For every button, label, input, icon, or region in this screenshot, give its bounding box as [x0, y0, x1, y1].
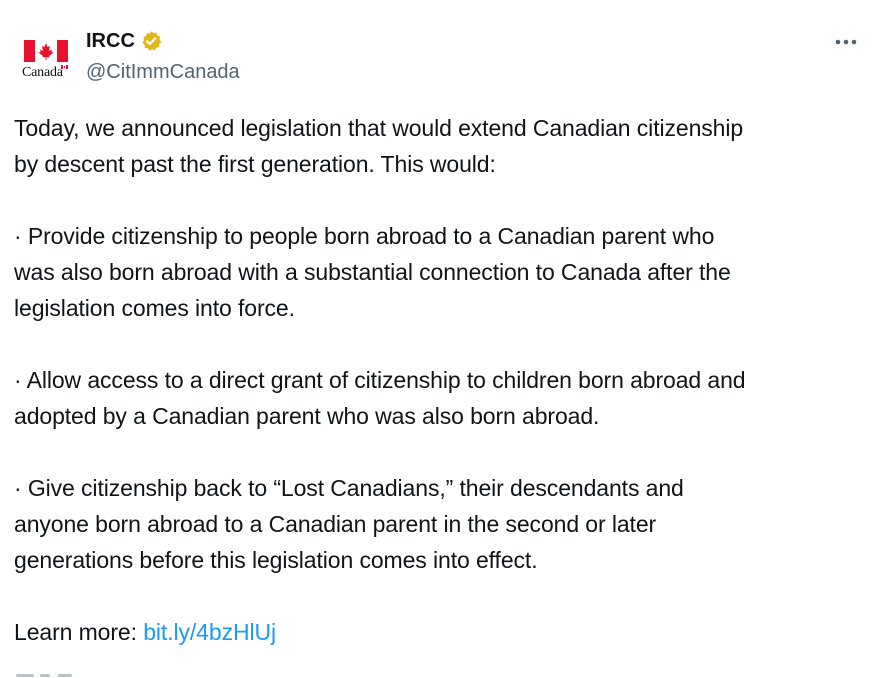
- learn-more-paragraph: Learn more: bit.ly/4bzHlUj: [14, 614, 874, 650]
- tweet-header: Canada IRCC @CitImmCanada: [14, 24, 874, 88]
- tweet-card: Canada IRCC @CitImmCanada Today, we anno…: [0, 0, 882, 678]
- text-line: anyone born abroad to a Canadian parent …: [14, 511, 657, 537]
- verified-badge-icon[interactable]: [140, 30, 162, 52]
- text-line: by descent past the first generation. Th…: [14, 151, 496, 177]
- learn-more-link[interactable]: bit.ly/4bzHlUj: [143, 619, 276, 645]
- learn-more-label: Learn more:: [14, 619, 144, 645]
- cutoff-row: [14, 668, 134, 678]
- tweet-text: Today, we announced legislation that wou…: [14, 110, 874, 650]
- text-line: · Allow access to a direct grant of citi…: [14, 367, 746, 393]
- name-row: IRCC: [86, 28, 162, 54]
- avatar-wordmark: Canada: [22, 65, 63, 80]
- bullet-paragraph-1: · Provide citizenship to people born abr…: [14, 218, 874, 326]
- intro-paragraph: Today, we announced legislation that wou…: [14, 110, 874, 182]
- display-name[interactable]: IRCC: [86, 28, 135, 54]
- text-line: · Provide citizenship to people born abr…: [14, 223, 715, 249]
- canada-flag-icon: [24, 40, 68, 62]
- more-horizontal-icon: [835, 39, 857, 45]
- avatar[interactable]: Canada: [14, 26, 74, 86]
- bullet-paragraph-3: · Give citizenship back to “Lost Canadia…: [14, 470, 874, 578]
- text-line: Today, we announced legislation that wou…: [14, 115, 744, 141]
- more-options-button[interactable]: [832, 32, 860, 52]
- text-line: legislation comes into force.: [14, 295, 295, 321]
- text-line: · Give citizenship back to “Lost Canadia…: [14, 475, 684, 501]
- text-line: generations before this legislation come…: [14, 547, 538, 573]
- wordmark-flag-icon: [61, 65, 68, 69]
- bullet-paragraph-2: · Allow access to a direct grant of citi…: [14, 362, 874, 434]
- text-line: was also born abroad with a substantial …: [14, 259, 731, 285]
- account-handle[interactable]: @CitImmCanada: [86, 59, 240, 85]
- text-line: adopted by a Canadian parent who was als…: [14, 403, 600, 429]
